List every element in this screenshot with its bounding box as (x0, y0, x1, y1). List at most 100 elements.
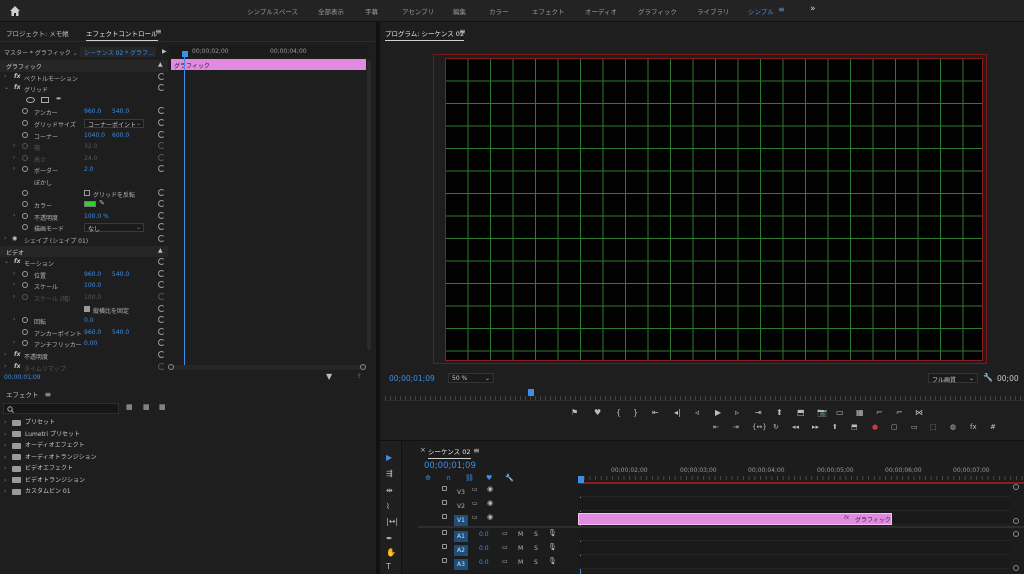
32bit-effects-icon[interactable]: ▦ (143, 404, 150, 411)
fx-toggle-icon[interactable]: fx (14, 363, 20, 370)
track-header-v1[interactable]: V1 ▭ ◉ (418, 512, 578, 526)
tab-project[interactable]: プロジェクト: メモ帳 (6, 28, 69, 38)
track-label[interactable]: V2 (454, 501, 468, 512)
trim-in-icon[interactable]: ⌐ (876, 409, 883, 417)
stopwatch-icon[interactable] (22, 294, 28, 300)
filter-icon[interactable]: ▼ (326, 373, 332, 381)
track-label[interactable]: A1 (454, 531, 468, 542)
reset-icon[interactable] (158, 258, 165, 266)
workspace-tab[interactable]: 編集 (453, 6, 466, 16)
effect-folder[interactable]: › ビデオトランジション (4, 475, 85, 484)
film-icon[interactable]: ▭ (502, 559, 508, 565)
marker-icon[interactable]: ♥ (594, 409, 601, 417)
twirl-icon[interactable]: ⌄ (4, 258, 9, 265)
panel-scrollbar[interactable] (367, 60, 371, 350)
reset-icon[interactable] (158, 153, 165, 161)
reset-icon[interactable] (158, 107, 165, 115)
reset-icon[interactable] (158, 339, 165, 347)
track-header-v2[interactable]: V2 ▭ ◉ (418, 498, 578, 512)
property-row[interactable]: ビデオ ▲ (0, 245, 168, 258)
property-value[interactable]: 540.0 (112, 108, 129, 115)
stopwatch-icon[interactable] (22, 131, 28, 138)
rectangle-mask-icon[interactable] (41, 96, 49, 103)
stopwatch-icon[interactable] (22, 189, 28, 196)
graphic-clip-bar[interactable]: グラフィック (171, 59, 366, 70)
track-header-a2[interactable]: A2 0.0 ▭ M S 🎙 (418, 542, 578, 556)
reset-icon[interactable] (158, 188, 165, 196)
track-lane[interactable] (578, 484, 1010, 497)
effects-search-input[interactable] (3, 403, 119, 414)
step-back-frame-icon[interactable]: ◃ (695, 409, 699, 417)
twirl-icon[interactable]: › (4, 235, 6, 242)
eye-icon[interactable]: ◉ (487, 514, 493, 521)
property-dropdown[interactable]: コーナーポイント ⌄ (84, 119, 144, 129)
stopwatch-icon[interactable] (22, 282, 28, 289)
record-icon[interactable]: ● (872, 424, 878, 431)
property-row[interactable]: グリッドを反転 (0, 188, 168, 200)
stopwatch-icon[interactable] (22, 166, 28, 173)
stopwatch-icon[interactable] (22, 143, 28, 150)
multi-cam-icon[interactable]: ⋈ (915, 409, 923, 417)
program-timecode[interactable]: 00;00;01;09 (389, 374, 435, 383)
twirl-icon[interactable]: ⌄ (4, 84, 9, 91)
reset-icon[interactable] (158, 130, 165, 138)
mute-button[interactable]: M (518, 545, 523, 552)
property-row[interactable]: › 回転 0.0 (0, 315, 168, 327)
ripple-edit-icon[interactable]: ⇹ (386, 487, 393, 495)
property-row[interactable]: › fx タイムリマップ (0, 362, 168, 372)
wrench-icon[interactable]: 🔧 (983, 374, 993, 382)
workspace-tab[interactable]: シンプル (748, 6, 774, 16)
effect-folder[interactable]: › ビデオエフェクト (4, 463, 73, 472)
reset-icon[interactable] (158, 142, 165, 150)
reset-icon[interactable] (158, 362, 165, 370)
go-to-in-icon[interactable]: ⇤ (713, 424, 719, 431)
reset-icon[interactable] (158, 316, 165, 324)
reset-icon[interactable] (158, 84, 165, 92)
film-icon[interactable]: ▭ (472, 501, 478, 507)
clear-in-out-icon[interactable]: {↔} (752, 424, 767, 431)
go-to-out-icon[interactable]: ⇥ (755, 409, 762, 417)
type-tool-icon[interactable]: T (386, 563, 391, 571)
track-header-v3[interactable]: V3 ▭ ◉ (418, 484, 578, 498)
lock-icon[interactable] (442, 486, 447, 491)
fx-toggle-icon[interactable]: fx (14, 351, 20, 358)
comparison-icon[interactable]: ▭ (836, 409, 844, 417)
color-swatch[interactable] (84, 201, 96, 208)
property-row[interactable]: ぼかし (0, 176, 168, 188)
close-sequence-icon[interactable]: × (420, 446, 426, 454)
property-value[interactable]: 1040.0 (84, 132, 105, 139)
stopwatch-icon[interactable] (22, 224, 28, 231)
out-point-icon[interactable]: } (633, 409, 638, 417)
property-row[interactable]: › 位置 960.0 540.0 (0, 269, 168, 281)
workspace-menu-icon[interactable]: ≡ (778, 5, 785, 14)
property-row[interactable]: › fx 不透明度 (0, 350, 168, 362)
effect-folder[interactable]: › カスタムビン 01 (4, 486, 71, 495)
eye-icon[interactable]: ◉ (487, 500, 493, 507)
stopwatch-icon[interactable] (22, 328, 28, 335)
film-icon[interactable]: ▭ (502, 545, 508, 551)
property-value[interactable]: 540.0 (112, 271, 129, 278)
selection-tool-icon[interactable]: ▶ (386, 454, 392, 462)
program-viewer-canvas[interactable] (445, 58, 983, 361)
reset-icon[interactable] (158, 281, 165, 289)
lock-icon[interactable] (442, 544, 447, 549)
twirl-icon[interactable]: › (4, 73, 6, 80)
program-menu-icon[interactable]: ≡ (459, 27, 466, 36)
twirl-icon[interactable]: › (13, 154, 15, 161)
home-icon[interactable] (9, 5, 21, 17)
film-icon[interactable]: ▭ (472, 515, 478, 521)
reset-icon[interactable] (158, 269, 165, 277)
pen-tool-icon[interactable]: ✒ (386, 535, 393, 543)
property-row[interactable]: ⌄ fx モーション (0, 257, 168, 269)
effect-folder[interactable]: › オーディオエフェクト (4, 440, 85, 449)
mute-button[interactable]: M (518, 531, 523, 538)
hand-tool-icon[interactable]: ✋ (386, 549, 396, 557)
twirl-icon[interactable]: › (13, 339, 15, 346)
reset-icon[interactable] (158, 304, 165, 312)
property-row[interactable]: › fx ベクトルモーション (0, 72, 168, 84)
property-row[interactable]: グリッドサイズ コーナーポイント ⌄ (0, 118, 168, 130)
tab-program-monitor[interactable]: プログラム: シーケンス 02 (385, 28, 465, 41)
lift-icon[interactable]: ⬆ (832, 424, 838, 431)
workspace-tab[interactable]: オーディオ (585, 6, 617, 16)
microphone-icon[interactable]: 🎙 (548, 558, 557, 565)
